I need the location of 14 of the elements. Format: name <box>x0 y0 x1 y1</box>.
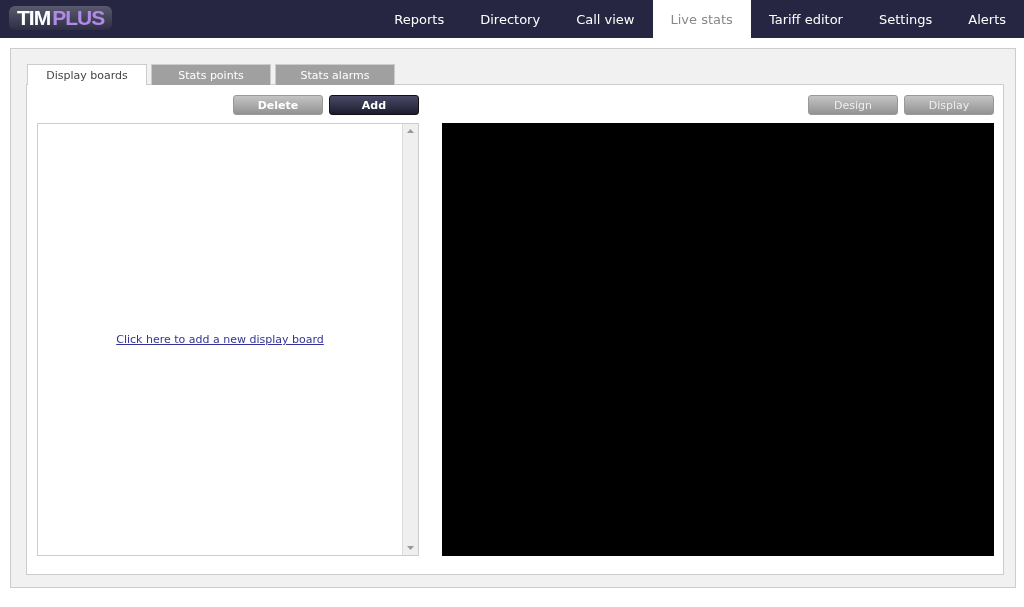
add-board-link[interactable]: Click here to add a new display board <box>116 333 324 346</box>
nav-tab[interactable]: Call view <box>558 0 653 38</box>
tab[interactable]: Display boards <box>27 64 147 85</box>
nav-tab[interactable]: Directory <box>462 0 559 38</box>
add-button[interactable]: Add <box>329 95 419 115</box>
logo: TIMPLUS <box>9 6 113 30</box>
nav-tab[interactable]: Tariff editor <box>750 0 861 38</box>
scroll-down-icon[interactable] <box>407 546 414 550</box>
nav-tab[interactable]: Alerts <box>950 0 1024 38</box>
nav-tab[interactable]: Settings <box>860 0 951 38</box>
nav-tab[interactable]: Reports <box>376 0 463 38</box>
nav-tab[interactable]: Live stats <box>652 0 751 38</box>
scroll-up-icon[interactable] <box>407 129 414 133</box>
scrollbar[interactable] <box>402 124 418 555</box>
